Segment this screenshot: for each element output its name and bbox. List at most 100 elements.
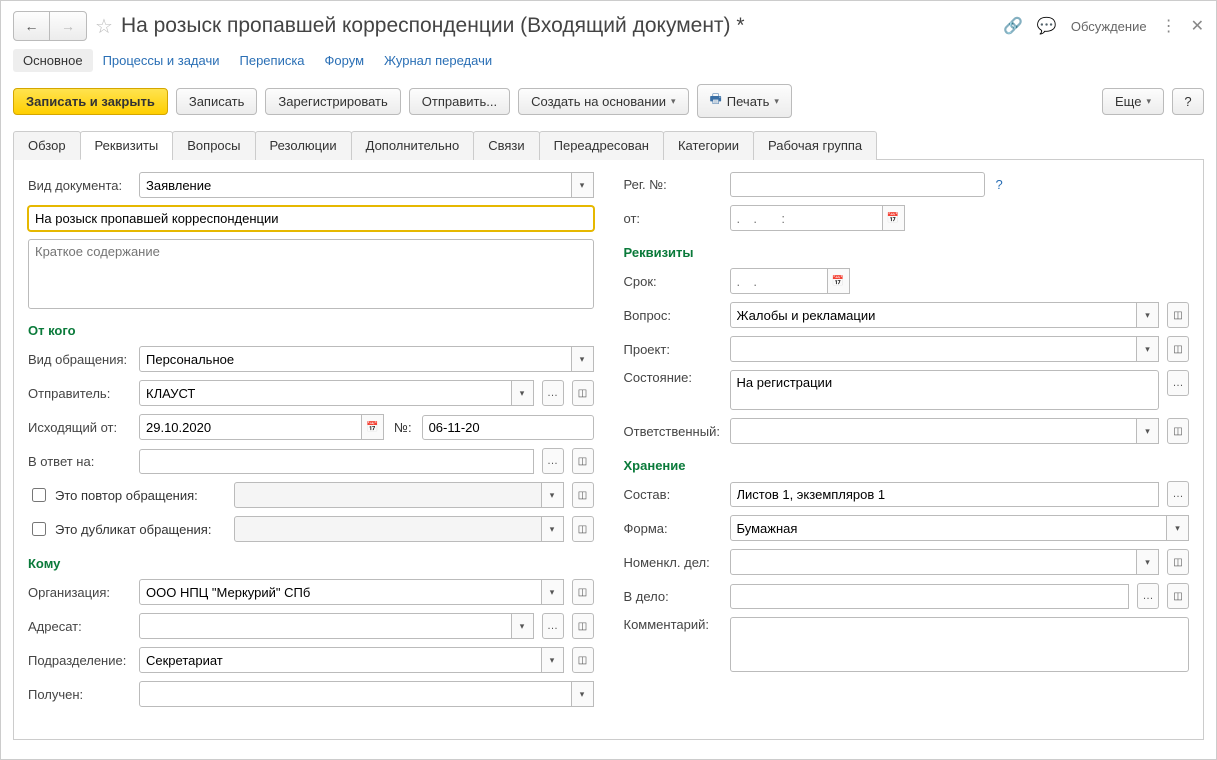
duplicate-input — [234, 516, 542, 542]
num-input[interactable] — [422, 415, 594, 440]
tab-props[interactable]: Реквизиты — [80, 131, 174, 160]
forward-button[interactable]: → — [50, 12, 86, 40]
org-dd[interactable] — [542, 579, 564, 605]
org-ext[interactable] — [572, 579, 594, 605]
tab-categories[interactable]: Категории — [663, 131, 754, 160]
dept-dd[interactable] — [542, 647, 564, 673]
form-dd[interactable] — [1167, 515, 1189, 541]
regno-input[interactable] — [730, 172, 985, 197]
compose-input[interactable] — [730, 482, 1160, 507]
outgoing-date-input[interactable] — [139, 414, 362, 440]
link-icon[interactable]: 🔗 — [1003, 16, 1023, 36]
compose-dots[interactable] — [1167, 481, 1189, 507]
outgoing-label: Исходящий от: — [28, 420, 133, 435]
comment-textarea[interactable] — [730, 617, 1190, 672]
repeat-checkbox[interactable] — [32, 488, 46, 502]
subject-input[interactable] — [28, 206, 594, 231]
sender-dropdown[interactable] — [512, 380, 534, 406]
sender-input[interactable] — [139, 380, 512, 406]
question-input[interactable] — [730, 302, 1138, 328]
help-button[interactable]: ? — [1172, 88, 1204, 115]
duplicate-checkbox[interactable] — [32, 522, 46, 536]
appeal-type-input[interactable] — [139, 346, 572, 372]
received-dd[interactable] — [572, 681, 594, 707]
resp-input[interactable] — [730, 418, 1138, 444]
dept-ext[interactable] — [572, 647, 594, 673]
summary-textarea[interactable] — [28, 239, 594, 309]
tofile-input[interactable] — [730, 584, 1130, 609]
addressee-dots[interactable] — [542, 613, 564, 639]
received-input[interactable] — [139, 681, 572, 707]
from-date-cal[interactable] — [883, 205, 905, 231]
nav-proc[interactable]: Процессы и задачи — [93, 49, 230, 72]
project-ext[interactable] — [1167, 336, 1189, 362]
num-label: №: — [394, 420, 412, 435]
reply-input[interactable] — [139, 449, 534, 474]
back-button[interactable]: ← — [14, 12, 50, 40]
regno-label: Рег. №: — [624, 177, 724, 192]
tab-questions[interactable]: Вопросы — [172, 131, 255, 160]
state-dots[interactable] — [1167, 370, 1189, 396]
tofile-ext[interactable] — [1167, 583, 1189, 609]
tab-extra[interactable]: Дополнительно — [351, 131, 475, 160]
addressee-dd[interactable] — [512, 613, 534, 639]
duplicate-dd — [542, 516, 564, 542]
save-close-button[interactable]: Записать и закрыть — [13, 88, 168, 115]
send-button[interactable]: Отправить... — [409, 88, 510, 115]
form-label: Форма: — [624, 521, 724, 536]
sender-dots[interactable] — [542, 380, 564, 406]
reply-dots[interactable] — [542, 448, 564, 474]
more-button[interactable]: Еще — [1102, 88, 1164, 115]
doc-type-input[interactable] — [139, 172, 572, 198]
reply-ext[interactable] — [572, 448, 594, 474]
nomen-input[interactable] — [730, 549, 1138, 575]
project-input[interactable] — [730, 336, 1138, 362]
nav-forum[interactable]: Форум — [315, 49, 375, 72]
addressee-input[interactable] — [139, 613, 512, 639]
tab-links[interactable]: Связи — [473, 131, 539, 160]
nav-journal[interactable]: Журнал передачи — [374, 49, 502, 72]
save-button[interactable]: Записать — [176, 88, 258, 115]
tab-workgroup[interactable]: Рабочая группа — [753, 131, 877, 160]
discuss-label[interactable]: Обсуждение — [1071, 19, 1147, 34]
register-button[interactable]: Зарегистрировать — [265, 88, 400, 115]
tofile-dots[interactable] — [1137, 583, 1159, 609]
doc-type-dropdown[interactable] — [572, 172, 594, 198]
from-date-input[interactable] — [730, 205, 883, 231]
outgoing-cal[interactable] — [362, 414, 384, 440]
nomen-ext[interactable] — [1167, 549, 1189, 575]
create-based-button[interactable]: Создать на основании — [518, 88, 688, 115]
close-icon[interactable]: ✕ — [1191, 16, 1204, 36]
question-ext[interactable] — [1167, 302, 1189, 328]
state-input[interactable]: На регистрации — [730, 370, 1160, 410]
from-date-label: от: — [624, 211, 724, 226]
kebab-icon[interactable]: ⋮ — [1161, 16, 1177, 36]
discuss-icon[interactable]: 💬 — [1037, 16, 1057, 36]
tab-overview[interactable]: Обзор — [13, 131, 81, 160]
term-label: Срок: — [624, 274, 724, 289]
tab-redirected[interactable]: Переадресован — [539, 131, 664, 160]
dept-input[interactable] — [139, 647, 542, 673]
form-input[interactable] — [730, 515, 1168, 541]
org-input[interactable] — [139, 579, 542, 605]
project-dd[interactable] — [1137, 336, 1159, 362]
nomen-dd[interactable] — [1137, 549, 1159, 575]
nav-history: ← → — [13, 11, 87, 41]
appeal-type-dropdown[interactable] — [572, 346, 594, 372]
nav-main[interactable]: Основное — [13, 49, 93, 72]
tab-resolutions[interactable]: Резолюции — [255, 131, 352, 160]
sender-ext[interactable] — [572, 380, 594, 406]
page-title: На розыск пропавшей корреспонденции (Вхо… — [121, 14, 995, 38]
nav-corr[interactable]: Переписка — [230, 49, 315, 72]
resp-dd[interactable] — [1137, 418, 1159, 444]
regno-help[interactable]: ? — [996, 177, 1003, 192]
question-dd[interactable] — [1137, 302, 1159, 328]
compose-label: Состав: — [624, 487, 724, 502]
term-input[interactable] — [730, 268, 828, 294]
addressee-ext[interactable] — [572, 613, 594, 639]
star-icon[interactable]: ☆ — [95, 14, 113, 39]
resp-ext[interactable] — [1167, 418, 1189, 444]
print-button[interactable]: 🖶Печать — [697, 84, 792, 118]
received-label: Получен: — [28, 687, 133, 702]
term-cal[interactable] — [828, 268, 850, 294]
